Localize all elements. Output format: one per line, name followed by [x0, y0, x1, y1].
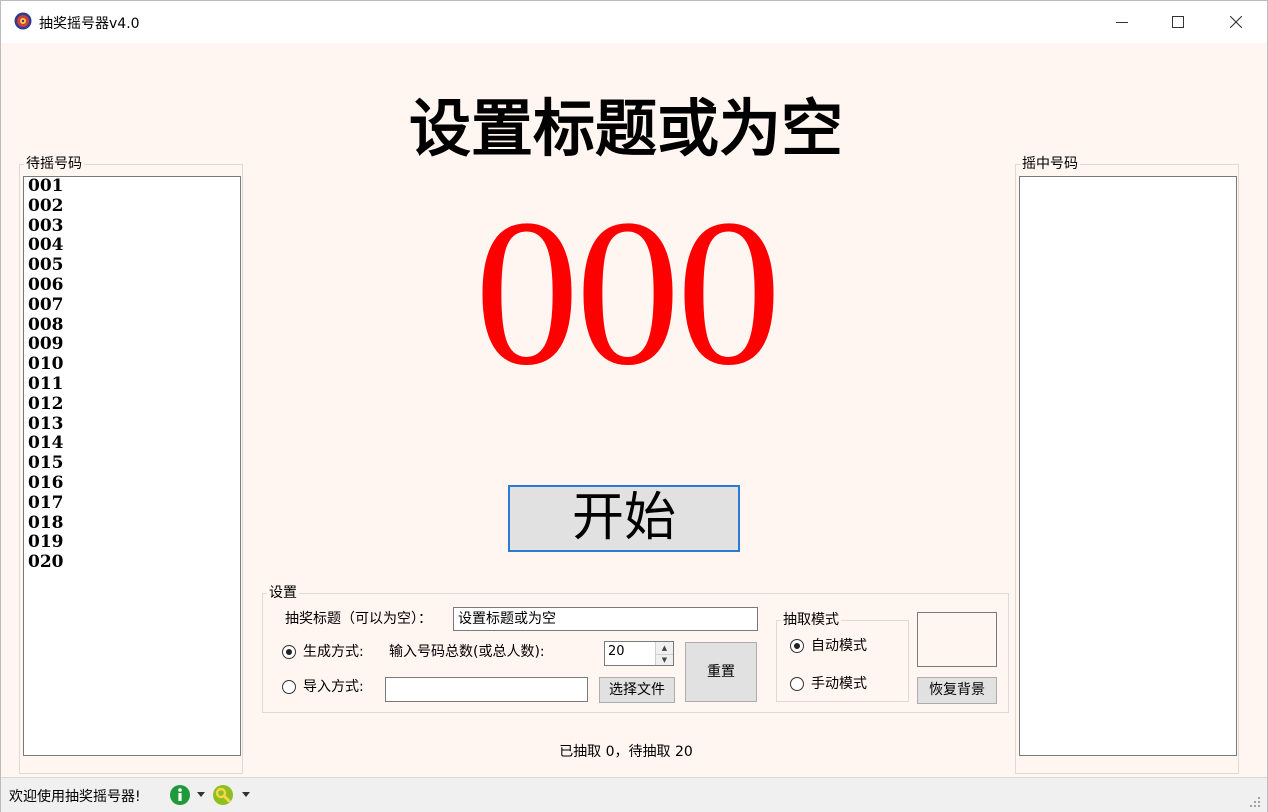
total-count-stepper[interactable]: 20 ▲ ▼: [604, 641, 674, 666]
resize-grip-icon[interactable]: [1249, 796, 1261, 808]
lottery-title: 设置标题或为空: [408, 92, 843, 165]
list-item[interactable]: 002: [24, 196, 240, 217]
client-area: 待摇号码 001 002 003 004 005 006 007 008 009 010 011 01…: [1, 43, 1267, 777]
list-item[interactable]: 016: [24, 473, 240, 494]
background-preview[interactable]: [917, 612, 997, 667]
maximize-icon: [1172, 16, 1184, 28]
close-icon: [1230, 16, 1242, 28]
import-mode-radio[interactable]: [282, 680, 296, 694]
reset-button[interactable]: 重置: [685, 642, 757, 702]
close-button[interactable]: [1207, 1, 1265, 43]
list-item[interactable]: 018: [24, 513, 240, 534]
drawn-numbers-list[interactable]: [1019, 176, 1237, 756]
tool-icon[interactable]: [212, 784, 234, 806]
tool-dropdown-chevron-icon[interactable]: [242, 792, 250, 797]
app-window: 抽奖摇号器v4.0 待摇号码 001 002 003 004 005 006 007 008 0…: [0, 0, 1268, 812]
current-number: 000: [474, 177, 782, 409]
list-item[interactable]: 008: [24, 315, 240, 336]
list-item[interactable]: 015: [24, 453, 240, 474]
list-item[interactable]: 010: [24, 354, 240, 375]
list-item[interactable]: 017: [24, 493, 240, 514]
minimize-icon: [1116, 22, 1128, 23]
list-item[interactable]: 003: [24, 216, 240, 237]
list-item[interactable]: 011: [24, 374, 240, 395]
list-item[interactable]: 007: [24, 295, 240, 316]
maximize-button[interactable]: [1149, 1, 1207, 43]
list-item[interactable]: 009: [24, 335, 240, 355]
list-item[interactable]: 005: [24, 255, 240, 276]
list-item[interactable]: 001: [24, 177, 240, 197]
manual-mode-radio[interactable]: [790, 677, 804, 691]
total-count-label: 输入号码总数(或总人数):: [389, 644, 545, 660]
auto-mode-radio[interactable]: [790, 639, 804, 653]
lottery-icon: [14, 12, 32, 30]
pending-numbers-legend: 待摇号码: [24, 156, 84, 172]
info-icon[interactable]: [169, 784, 191, 806]
import-mode-label: 导入方式:: [303, 679, 364, 695]
stepper-buttons: ▲ ▼: [655, 642, 673, 665]
pending-numbers-list[interactable]: 001 002 003 004 005 006 007 008 009 010 011 012 013 0…: [23, 176, 241, 756]
list-item[interactable]: 006: [24, 275, 240, 296]
list-item[interactable]: 014: [24, 434, 240, 454]
window-title: 抽奖摇号器v4.0: [39, 16, 140, 32]
status-bar-text: 欢迎使用抽奖摇号器!: [9, 789, 141, 805]
total-count-value: 20: [608, 644, 625, 659]
title-label: 抽奖标题（可以为空）：: [285, 611, 432, 627]
generate-mode-radio[interactable]: [282, 645, 296, 659]
stepper-down-icon[interactable]: ▼: [656, 654, 673, 666]
settings-legend: 设置: [267, 585, 299, 601]
list-item[interactable]: 019: [24, 533, 240, 553]
minimize-button[interactable]: [1093, 1, 1151, 43]
restore-background-button[interactable]: 恢复背景: [917, 677, 997, 704]
draw-status-text: 已抽取 0，待抽取 20: [559, 744, 693, 760]
status-bar: 欢迎使用抽奖摇号器!: [1, 777, 1267, 812]
list-item[interactable]: 020: [24, 552, 240, 573]
auto-mode-label: 自动模式: [811, 638, 867, 654]
import-file-input[interactable]: [385, 677, 588, 702]
drawn-numbers-legend: 摇中号码: [1020, 156, 1080, 172]
list-item[interactable]: 013: [24, 414, 240, 435]
info-dropdown-chevron-icon[interactable]: [197, 792, 205, 797]
title-input[interactable]: 设置标题或为空: [453, 607, 758, 631]
title-bar: 抽奖摇号器v4.0: [1, 1, 1267, 43]
select-file-button[interactable]: 选择文件: [599, 677, 675, 703]
list-item[interactable]: 012: [24, 394, 240, 415]
manual-mode-label: 手动模式: [811, 676, 867, 692]
draw-mode-legend: 抽取模式: [781, 612, 841, 628]
generate-mode-label: 生成方式:: [303, 644, 364, 660]
list-item[interactable]: 004: [24, 236, 240, 256]
start-button[interactable]: 开始: [508, 485, 740, 552]
